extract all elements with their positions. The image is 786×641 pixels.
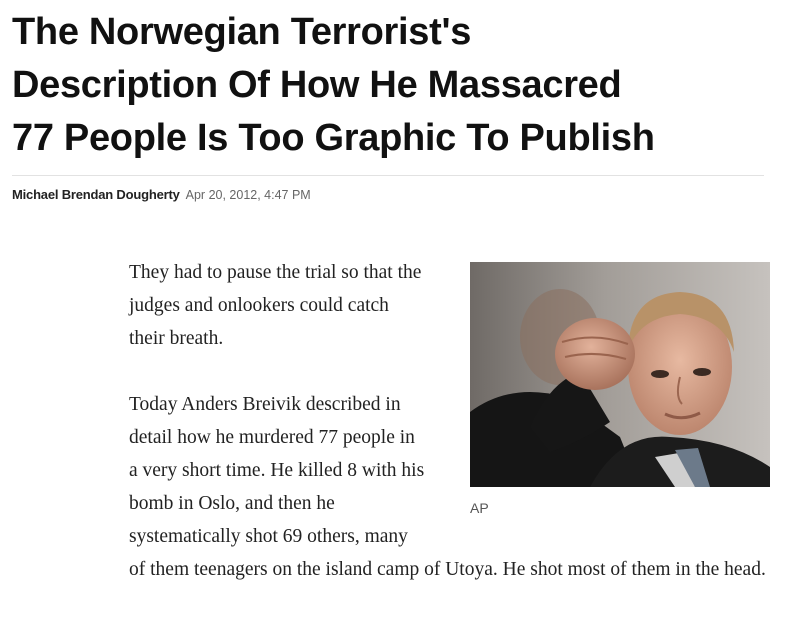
article-headline: The Norwegian Terrorist's Description Of… (12, 6, 782, 165)
publish-date: Apr 20, 2012, 4:47 PM (185, 188, 311, 202)
article-paragraph-1: They had to pause the trial so that the … (129, 262, 422, 349)
headline-line-2: Description Of How He Massacred (12, 64, 622, 106)
headline-divider (12, 175, 764, 176)
byline: Michael Brendan Dougherty Apr 20, 2012, 4… (12, 186, 311, 204)
author-link[interactable]: Michael Brendan Dougherty (12, 187, 180, 202)
headline-line-1: The Norwegian Terrorist's (12, 11, 472, 53)
headline-line-3: 77 People Is Too Graphic To Publish (12, 117, 655, 159)
article-body: They had to pause the trial so that the … (129, 256, 769, 586)
image-wrap-space (428, 256, 769, 551)
